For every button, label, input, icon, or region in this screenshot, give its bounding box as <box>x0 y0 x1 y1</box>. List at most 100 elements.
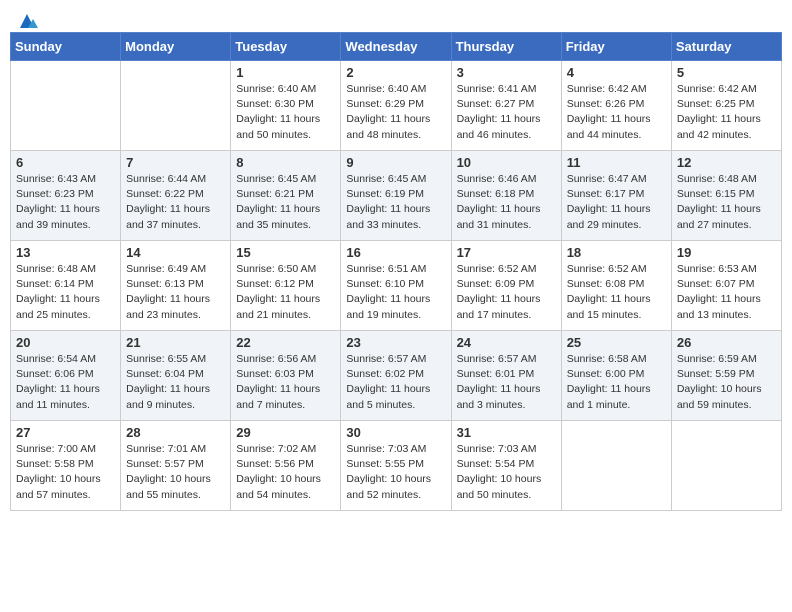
day-info: Sunrise: 6:43 AM Sunset: 6:23 PM Dayligh… <box>16 172 115 233</box>
weekday-header: Tuesday <box>231 33 341 61</box>
day-info: Sunrise: 6:46 AM Sunset: 6:18 PM Dayligh… <box>457 172 556 233</box>
calendar-cell <box>671 421 781 511</box>
day-number: 1 <box>236 65 335 80</box>
calendar-week-row: 6 Sunrise: 6:43 AM Sunset: 6:23 PM Daylig… <box>11 151 782 241</box>
day-number: 14 <box>126 245 225 260</box>
calendar-week-row: 27 Sunrise: 7:00 AM Sunset: 5:58 PM Dayli… <box>11 421 782 511</box>
day-number: 17 <box>457 245 556 260</box>
calendar-cell: 30Sunrise: 7:03 AM Sunset: 5:55 PM Dayli… <box>341 421 451 511</box>
calendar-cell: 16Sunrise: 6:51 AM Sunset: 6:10 PM Dayli… <box>341 241 451 331</box>
calendar-cell: 23Sunrise: 6:57 AM Sunset: 6:02 PM Dayli… <box>341 331 451 421</box>
calendar-cell: 19Sunrise: 6:53 AM Sunset: 6:07 PM Dayli… <box>671 241 781 331</box>
calendar-week-row: 20 Sunrise: 6:54 AM Sunset: 6:06 PM Dayli… <box>11 331 782 421</box>
calendar-cell: 9 Sunrise: 6:45 AM Sunset: 6:19 PM Daylig… <box>341 151 451 241</box>
day-number: 15 <box>236 245 335 260</box>
day-info: Sunrise: 6:40 AM Sunset: 6:30 PM Dayligh… <box>236 82 335 143</box>
day-number: 7 <box>126 155 225 170</box>
day-info: Sunrise: 6:57 AM Sunset: 6:01 PM Dayligh… <box>457 352 556 413</box>
day-info: Sunrise: 7:03 AM Sunset: 5:54 PM Dayligh… <box>457 442 556 503</box>
calendar-cell: 25 Sunrise: 6:58 AM Sunset: 6:00 PM Dayli… <box>561 331 671 421</box>
calendar-cell: 8 Sunrise: 6:45 AM Sunset: 6:21 PM Daylig… <box>231 151 341 241</box>
calendar-cell: 3Sunrise: 6:41 AM Sunset: 6:27 PM Daylig… <box>451 61 561 151</box>
day-info: Sunrise: 6:42 AM Sunset: 6:26 PM Dayligh… <box>567 82 666 143</box>
calendar-cell: 27 Sunrise: 7:00 AM Sunset: 5:58 PM Dayli… <box>11 421 121 511</box>
weekday-header: Friday <box>561 33 671 61</box>
day-number: 21 <box>126 335 225 350</box>
day-number: 6 <box>16 155 115 170</box>
day-number: 18 <box>567 245 666 260</box>
calendar-week-row: 1 Sunrise: 6:40 AM Sunset: 6:30 PM Daylig… <box>11 61 782 151</box>
day-number: 10 <box>457 155 556 170</box>
logo <box>14 10 38 24</box>
calendar-cell: 5 Sunrise: 6:42 AM Sunset: 6:25 PM Daylig… <box>671 61 781 151</box>
day-info: Sunrise: 7:02 AM Sunset: 5:56 PM Dayligh… <box>236 442 335 503</box>
day-info: Sunrise: 6:45 AM Sunset: 6:21 PM Dayligh… <box>236 172 335 233</box>
day-info: Sunrise: 6:58 AM Sunset: 6:00 PM Dayligh… <box>567 352 666 413</box>
calendar-cell: 24 Sunrise: 6:57 AM Sunset: 6:01 PM Dayli… <box>451 331 561 421</box>
day-info: Sunrise: 6:44 AM Sunset: 6:22 PM Dayligh… <box>126 172 225 233</box>
day-number: 27 <box>16 425 115 440</box>
day-info: Sunrise: 6:42 AM Sunset: 6:25 PM Dayligh… <box>677 82 776 143</box>
day-number: 8 <box>236 155 335 170</box>
calendar-cell: 29 Sunrise: 7:02 AM Sunset: 5:56 PM Dayli… <box>231 421 341 511</box>
calendar-cell: 6 Sunrise: 6:43 AM Sunset: 6:23 PM Daylig… <box>11 151 121 241</box>
day-info: Sunrise: 6:45 AM Sunset: 6:19 PM Dayligh… <box>346 172 445 233</box>
weekday-header: Monday <box>121 33 231 61</box>
day-info: Sunrise: 6:48 AM Sunset: 6:15 PM Dayligh… <box>677 172 776 233</box>
weekday-header: Sunday <box>11 33 121 61</box>
weekday-header: Wednesday <box>341 33 451 61</box>
day-number: 31 <box>457 425 556 440</box>
day-info: Sunrise: 6:50 AM Sunset: 6:12 PM Dayligh… <box>236 262 335 323</box>
calendar-header-row: SundayMondayTuesdayWednesdayThursdayFrid… <box>11 33 782 61</box>
day-number: 22 <box>236 335 335 350</box>
day-info: Sunrise: 6:40 AM Sunset: 6:29 PM Dayligh… <box>346 82 445 143</box>
day-number: 29 <box>236 425 335 440</box>
day-number: 20 <box>16 335 115 350</box>
day-info: Sunrise: 6:54 AM Sunset: 6:06 PM Dayligh… <box>16 352 115 413</box>
day-number: 9 <box>346 155 445 170</box>
calendar-week-row: 13 Sunrise: 6:48 AM Sunset: 6:14 PM Dayli… <box>11 241 782 331</box>
day-info: Sunrise: 7:00 AM Sunset: 5:58 PM Dayligh… <box>16 442 115 503</box>
logo-icon <box>16 10 38 30</box>
day-info: Sunrise: 6:48 AM Sunset: 6:14 PM Dayligh… <box>16 262 115 323</box>
day-info: Sunrise: 6:47 AM Sunset: 6:17 PM Dayligh… <box>567 172 666 233</box>
calendar-cell: 4 Sunrise: 6:42 AM Sunset: 6:26 PM Daylig… <box>561 61 671 151</box>
calendar-cell: 7 Sunrise: 6:44 AM Sunset: 6:22 PM Daylig… <box>121 151 231 241</box>
day-number: 12 <box>677 155 776 170</box>
day-number: 23 <box>346 335 445 350</box>
calendar-cell <box>121 61 231 151</box>
calendar-cell: 14 Sunrise: 6:49 AM Sunset: 6:13 PM Dayli… <box>121 241 231 331</box>
calendar-cell: 21 Sunrise: 6:55 AM Sunset: 6:04 PM Dayli… <box>121 331 231 421</box>
day-info: Sunrise: 7:01 AM Sunset: 5:57 PM Dayligh… <box>126 442 225 503</box>
day-number: 24 <box>457 335 556 350</box>
calendar-cell: 31 Sunrise: 7:03 AM Sunset: 5:54 PM Dayli… <box>451 421 561 511</box>
day-info: Sunrise: 6:56 AM Sunset: 6:03 PM Dayligh… <box>236 352 335 413</box>
day-number: 4 <box>567 65 666 80</box>
calendar-cell: 18 Sunrise: 6:52 AM Sunset: 6:08 PM Dayli… <box>561 241 671 331</box>
day-info: Sunrise: 6:55 AM Sunset: 6:04 PM Dayligh… <box>126 352 225 413</box>
calendar-cell: 17 Sunrise: 6:52 AM Sunset: 6:09 PM Dayli… <box>451 241 561 331</box>
day-info: Sunrise: 6:51 AM Sunset: 6:10 PM Dayligh… <box>346 262 445 323</box>
calendar-cell: 26Sunrise: 6:59 AM Sunset: 5:59 PM Dayli… <box>671 331 781 421</box>
day-info: Sunrise: 6:49 AM Sunset: 6:13 PM Dayligh… <box>126 262 225 323</box>
day-number: 5 <box>677 65 776 80</box>
day-info: Sunrise: 7:03 AM Sunset: 5:55 PM Dayligh… <box>346 442 445 503</box>
day-info: Sunrise: 6:52 AM Sunset: 6:08 PM Dayligh… <box>567 262 666 323</box>
calendar-cell: 12 Sunrise: 6:48 AM Sunset: 6:15 PM Dayli… <box>671 151 781 241</box>
day-info: Sunrise: 6:41 AM Sunset: 6:27 PM Dayligh… <box>457 82 556 143</box>
day-number: 25 <box>567 335 666 350</box>
day-info: Sunrise: 6:53 AM Sunset: 6:07 PM Dayligh… <box>677 262 776 323</box>
calendar-cell: 1 Sunrise: 6:40 AM Sunset: 6:30 PM Daylig… <box>231 61 341 151</box>
calendar-cell: 15 Sunrise: 6:50 AM Sunset: 6:12 PM Dayli… <box>231 241 341 331</box>
calendar-cell: 10 Sunrise: 6:46 AM Sunset: 6:18 PM Dayli… <box>451 151 561 241</box>
calendar-cell: 22 Sunrise: 6:56 AM Sunset: 6:03 PM Dayli… <box>231 331 341 421</box>
day-info: Sunrise: 6:52 AM Sunset: 6:09 PM Dayligh… <box>457 262 556 323</box>
calendar-cell <box>11 61 121 151</box>
calendar-cell: 28 Sunrise: 7:01 AM Sunset: 5:57 PM Dayli… <box>121 421 231 511</box>
calendar-table: SundayMondayTuesdayWednesdayThursdayFrid… <box>10 32 782 511</box>
calendar-cell <box>561 421 671 511</box>
day-number: 13 <box>16 245 115 260</box>
calendar-cell: 13 Sunrise: 6:48 AM Sunset: 6:14 PM Dayli… <box>11 241 121 331</box>
day-number: 28 <box>126 425 225 440</box>
calendar-cell: 20 Sunrise: 6:54 AM Sunset: 6:06 PM Dayli… <box>11 331 121 421</box>
